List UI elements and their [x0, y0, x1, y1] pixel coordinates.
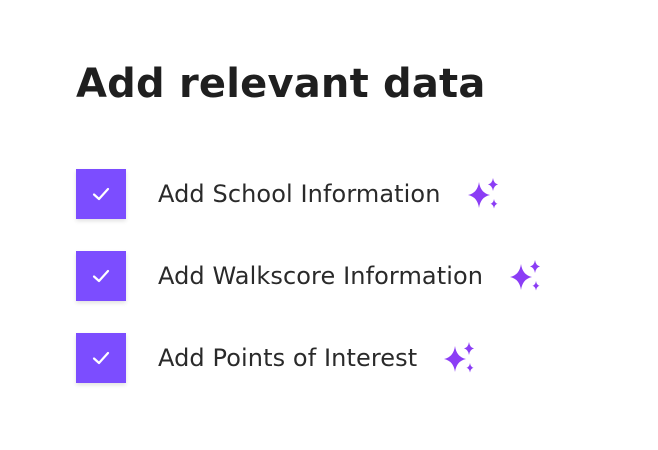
option-label: Add School Information [158, 180, 441, 208]
checkmark-icon [92, 269, 110, 283]
page-title: Add relevant data [76, 61, 486, 107]
option-walkscore-information[interactable]: Add Walkscore Information [76, 248, 636, 304]
option-school-information[interactable]: Add School Information [76, 166, 636, 222]
checkmark-icon [92, 351, 110, 365]
data-options-list: Add School Information Add Walkscore Inf… [76, 166, 636, 412]
add-data-panel: Add relevant data Add School Information [0, 0, 658, 450]
sparkles-icon [510, 260, 541, 291]
points-of-interest-checkbox[interactable] [76, 333, 126, 383]
option-label: Add Points of Interest [158, 344, 418, 372]
checkmark-icon [92, 187, 110, 201]
school-information-checkbox[interactable] [76, 169, 126, 219]
sparkles-icon [467, 178, 498, 209]
option-points-of-interest[interactable]: Add Points of Interest [76, 330, 636, 386]
option-label: Add Walkscore Information [158, 262, 484, 290]
sparkles-icon [444, 342, 475, 373]
walkscore-information-checkbox[interactable] [76, 251, 126, 301]
